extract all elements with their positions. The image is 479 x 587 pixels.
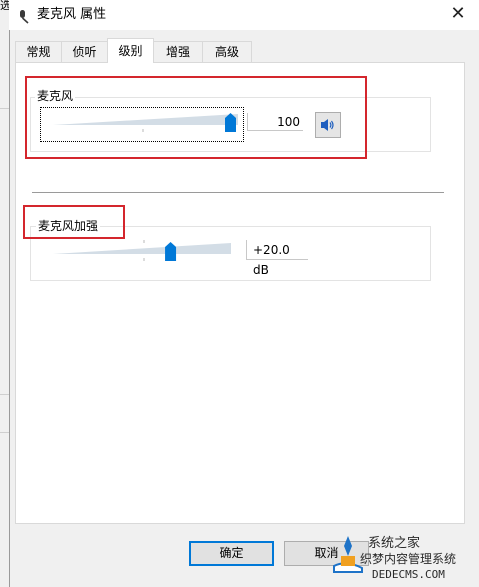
tab-label: 级别 [118,44,143,58]
watermark-url: DEDECMS.COM [372,568,445,581]
tab-label: 高级 [214,45,239,59]
background-window-text: 选 [0,0,9,12]
close-icon: ✕ [450,3,466,24]
tab-enhancements[interactable]: 增强 [153,41,203,62]
close-button[interactable]: ✕ [437,0,479,30]
tab-levels[interactable]: 级别 [107,38,154,63]
tab-label: 增强 [165,45,190,59]
highlight-box [23,205,125,239]
background-divider [0,432,9,433]
tab-label: 侦听 [72,45,97,59]
boost-slider[interactable] [53,240,235,262]
microphone-icon [20,10,29,24]
background-divider [0,108,9,109]
background-divider [0,394,9,395]
tab-advanced[interactable]: 高级 [202,41,252,62]
ok-button[interactable]: 确定 [189,541,274,566]
tab-label: 常规 [26,45,51,59]
slider-thumb[interactable] [165,242,177,261]
boost-value: +20.0 dB [246,240,308,277]
window-title: 麦克风 属性 [37,7,107,22]
slider-track [53,243,231,254]
highlight-box [25,76,367,159]
tab-listen[interactable]: 侦听 [61,41,108,62]
watermark-brand: 系统之家 [368,536,421,551]
watermark-subtitle: 织梦内容管理系统 [360,552,457,566]
separator [32,192,444,193]
tab-general[interactable]: 常规 [15,41,62,62]
